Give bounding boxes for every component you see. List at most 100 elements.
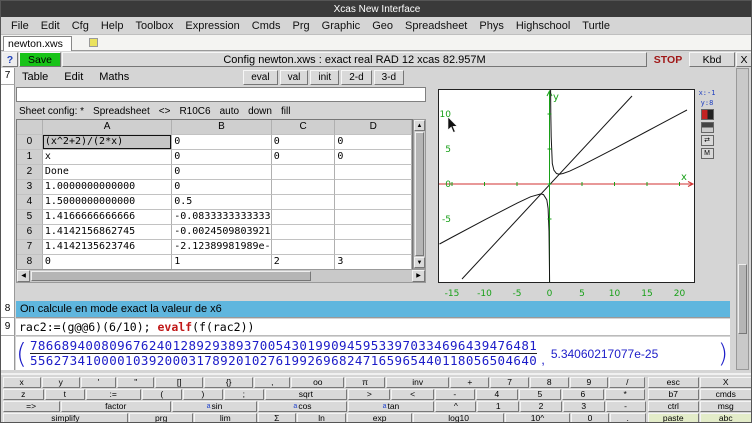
cell-B3[interactable]: 0	[172, 180, 272, 195]
cell-C6[interactable]	[272, 225, 336, 240]
key-5[interactable]: 5	[519, 389, 561, 400]
sheet-config-item[interactable]: Spreadsheet	[93, 106, 150, 117]
scroll-up-icon[interactable]: ▲	[414, 120, 425, 131]
cell-B0[interactable]: 0	[172, 135, 272, 150]
menu-graphic[interactable]: Graphic	[316, 20, 367, 32]
line-number-8[interactable]: 8	[1, 301, 15, 318]
config-button[interactable]: Config newton.xws : exact real RAD 12 xc…	[62, 52, 647, 67]
sheet-config-item[interactable]: down	[248, 106, 272, 117]
kbd-toggle-button[interactable]: Kbd	[689, 52, 735, 67]
cell-B2[interactable]: 0	[172, 165, 272, 180]
side-key-b7[interactable]: b7	[648, 389, 700, 400]
key-r1c9[interactable]: -	[435, 389, 475, 400]
cell-A6[interactable]: 1.4142156862745	[43, 225, 172, 240]
col-header-b[interactable]: B	[172, 120, 272, 135]
menu-prg[interactable]: Prg	[287, 20, 316, 32]
line-number-9[interactable]: 9	[1, 319, 15, 336]
sheet-corner[interactable]	[17, 120, 43, 135]
sheet-config-item[interactable]: fill	[281, 106, 290, 117]
cell-C7[interactable]	[272, 240, 336, 255]
menu-spreadsheet[interactable]: Spreadsheet	[399, 20, 473, 32]
cell-C2[interactable]	[272, 165, 336, 180]
key-r0c6[interactable]: ,	[254, 377, 290, 388]
cell-C0[interactable]: 0	[272, 135, 336, 150]
cell-B6[interactable]: -0.00245098039216	[172, 225, 272, 240]
graph-canvas[interactable]: -15-10-5051015201050-5xy	[438, 89, 695, 301]
cell-D0[interactable]: 0	[335, 135, 412, 150]
row-header-4[interactable]: 4	[17, 195, 43, 210]
save-button[interactable]: Save	[19, 52, 61, 67]
key-r1c2[interactable]: :=	[86, 389, 141, 400]
key-r2c9[interactable]: -	[606, 401, 646, 412]
horizontal-scroll-thumb[interactable]	[31, 271, 311, 281]
button-eval[interactable]: eval	[243, 70, 277, 85]
sheet-config-item[interactable]: auto	[220, 106, 239, 117]
cell-A7[interactable]: 1.4142135623746	[43, 240, 172, 255]
key-z[interactable]: z	[3, 389, 45, 400]
key-lim[interactable]: lim	[194, 413, 256, 423]
menu-file[interactable]: File	[5, 20, 35, 32]
key-r0c10[interactable]: +	[450, 377, 489, 388]
menu-toolbox[interactable]: Toolbox	[129, 20, 179, 32]
cell-D1[interactable]: 0	[335, 150, 412, 165]
side-key-msg[interactable]: msg	[700, 401, 752, 412]
scroll-left-icon[interactable]: ◀	[17, 270, 30, 282]
key-0[interactable]: 0	[571, 413, 609, 423]
sheet-menu-edit[interactable]: Edit	[58, 71, 93, 83]
button-init[interactable]: init	[310, 70, 339, 85]
key-r2c0[interactable]: =>	[3, 401, 60, 412]
side-key-paste[interactable]: paste	[648, 413, 700, 423]
side-key-ctrl[interactable]: ctrl	[648, 401, 700, 412]
key-r3c3[interactable]: Σ	[258, 413, 296, 423]
cell-A8[interactable]: 0	[43, 255, 172, 270]
key-r1c3[interactable]: (	[142, 389, 182, 400]
button-val[interactable]: val	[280, 70, 309, 85]
cell-D4[interactable]	[335, 195, 412, 210]
cell-C4[interactable]	[272, 195, 336, 210]
cell-B4[interactable]: 0.5	[172, 195, 272, 210]
key-r0c8[interactable]: π	[345, 377, 385, 388]
comment-line[interactable]: On calcule en mode exact la valeur de x6	[16, 301, 730, 318]
cell-B1[interactable]: 0	[172, 150, 272, 165]
key-log10[interactable]: log10	[413, 413, 504, 423]
button-3d[interactable]: 3-d	[374, 70, 404, 85]
cell-A0[interactable]: (x^2+2)/(2*x)	[43, 135, 172, 150]
key-7[interactable]: 7	[490, 377, 529, 388]
help-button[interactable]: ?	[2, 52, 18, 67]
key-r1c7[interactable]: >	[348, 389, 390, 400]
graph-menu-icon[interactable]: M	[701, 148, 714, 159]
key-prg[interactable]: prg	[129, 413, 193, 423]
stop-button[interactable]: STOP	[648, 52, 688, 67]
key-x[interactable]: x	[3, 377, 41, 388]
key-1[interactable]: 1	[477, 401, 519, 412]
key-3[interactable]: 3	[563, 401, 605, 412]
cell-D5[interactable]	[335, 210, 412, 225]
cell-C5[interactable]	[272, 210, 336, 225]
key-sqrt[interactable]: sqrt	[265, 389, 348, 400]
cell-D2[interactable]	[335, 165, 412, 180]
cell-A2[interactable]: Done	[43, 165, 172, 180]
menu-cmds[interactable]: Cmds	[246, 20, 287, 32]
command-line[interactable]: rac2:=(g@@6)(6/10); evalf(f(rac2))	[16, 319, 730, 336]
row-header-2[interactable]: 2	[17, 165, 43, 180]
key-r0c4[interactable]: []	[155, 377, 203, 388]
scroll-right-icon[interactable]: ▶	[412, 270, 425, 282]
key-r1c13[interactable]: *	[605, 389, 646, 400]
side-key-x[interactable]: X	[700, 377, 752, 388]
side-key-esc[interactable]: esc	[648, 377, 700, 388]
key-r3c9[interactable]: .	[610, 413, 646, 423]
col-header-c[interactable]: C	[272, 120, 336, 135]
sheet-horizontal-scrollbar[interactable]: ◀ ▶	[16, 269, 426, 283]
key-sin[interactable]: asin	[172, 401, 258, 412]
menu-cfg[interactable]: Cfg	[66, 20, 95, 32]
sheet-menu-table[interactable]: Table	[16, 71, 58, 83]
row-header-8[interactable]: 8	[17, 255, 43, 270]
menu-phys[interactable]: Phys	[473, 20, 509, 32]
key-r2c5[interactable]: ^	[435, 401, 476, 412]
graph-pan-icon[interactable]: ⇄	[701, 135, 714, 146]
key-8[interactable]: 8	[530, 377, 569, 388]
row-header-3[interactable]: 3	[17, 180, 43, 195]
key-6[interactable]: 6	[562, 389, 604, 400]
menu-expression[interactable]: Expression	[179, 20, 245, 32]
vertical-scroll-thumb[interactable]	[415, 132, 424, 256]
